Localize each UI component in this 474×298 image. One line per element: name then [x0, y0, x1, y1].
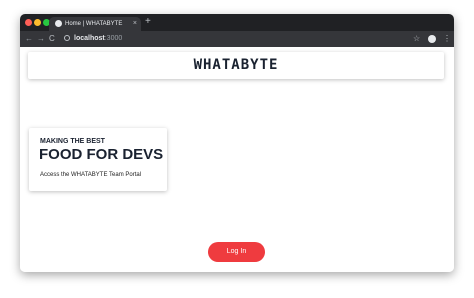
favicon-icon — [55, 20, 62, 27]
brand-logo[interactable]: WHATABYTE — [28, 52, 444, 79]
profile-avatar-icon[interactable] — [428, 35, 436, 43]
page-content: WHATABYTE MAKING THE BEST FOOD FOR DEVS … — [20, 47, 454, 272]
address-bar[interactable]: localhost:3000 — [74, 33, 122, 45]
hero-headline: FOOD FOR DEVS — [39, 146, 164, 163]
browser-tab[interactable]: Home | WHATABYTE × — [49, 17, 141, 31]
forward-arrow-icon[interactable]: → — [37, 33, 45, 45]
menu-icon[interactable]: ⋮ — [443, 33, 451, 45]
hero-eyebrow: MAKING THE BEST — [40, 138, 105, 145]
login-button[interactable]: Log In — [208, 242, 265, 262]
close-window-icon[interactable] — [25, 19, 32, 26]
browser-titlebar: Home | WHATABYTE × + — [20, 14, 454, 31]
site-header: WHATABYTE — [28, 52, 444, 79]
new-tab-icon[interactable]: + — [145, 16, 151, 28]
tab-close-icon[interactable]: × — [133, 19, 137, 29]
url-host: localhost — [74, 35, 105, 42]
tab-title: Home | WHATABYTE — [65, 21, 123, 27]
reload-icon[interactable]: C — [49, 33, 55, 45]
hero-subtitle: Access the WHATABYTE Team Portal — [40, 172, 142, 178]
hero-card: MAKING THE BEST FOOD FOR DEVS Access the… — [29, 128, 167, 191]
back-arrow-icon[interactable]: ← — [25, 33, 33, 45]
browser-toolbar: ← → C localhost:3000 ☆ ⋮ — [20, 31, 454, 47]
browser-window: Home | WHATABYTE × + ← → C localhost:300… — [20, 14, 454, 272]
info-icon[interactable] — [64, 35, 70, 41]
url-port: :3000 — [104, 35, 123, 42]
bookmark-star-icon[interactable]: ☆ — [413, 33, 420, 45]
minimize-window-icon[interactable] — [34, 19, 41, 26]
